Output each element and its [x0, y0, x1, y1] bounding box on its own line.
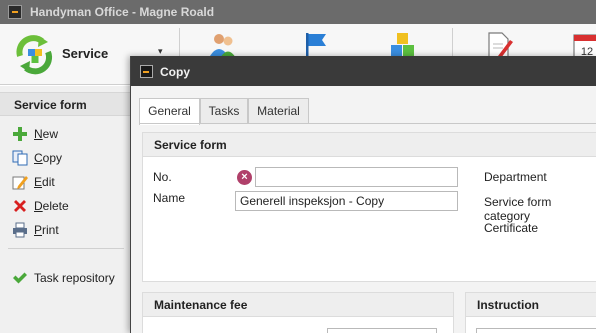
- tab-label: Tasks: [208, 104, 240, 118]
- app-icon: [8, 5, 22, 19]
- sidebar-item-label: Delete: [34, 199, 69, 213]
- service-form-category-label: Service form category: [484, 195, 552, 223]
- sidebar-item-task-repository[interactable]: Task repository: [0, 267, 132, 289]
- app-title-bar: Handyman Office - Magne Roald: [0, 0, 596, 24]
- sidebar-divider: [8, 248, 124, 249]
- panel-title: Instruction: [477, 298, 539, 312]
- dialog-title-bar[interactable]: Copy: [131, 56, 596, 86]
- tab-divider: [139, 123, 596, 124]
- number-input[interactable]: [255, 167, 458, 187]
- app-title: Handyman Office - Magne Roald: [30, 5, 215, 19]
- name-input[interactable]: [235, 191, 458, 211]
- sidebar-item-label: Print: [34, 223, 59, 237]
- sidebar-item-label: Copy: [34, 151, 63, 165]
- sidebar-header-label: Service form: [14, 98, 87, 112]
- panel-header: Maintenance fee: [143, 293, 453, 317]
- copy-dialog: Copy General Tasks Material Service form…: [130, 56, 596, 333]
- app-icon: [140, 65, 153, 78]
- tab-label: General: [148, 104, 191, 118]
- checkmark-icon: [13, 272, 27, 284]
- tab-tasks[interactable]: Tasks: [200, 98, 248, 124]
- tab-label: Material: [257, 104, 300, 118]
- sidebar-item-label: New: [34, 127, 59, 141]
- certificate-label: Certificate: [484, 221, 539, 235]
- panel-header: Service form: [143, 133, 596, 157]
- sidebar-header: Service form: [0, 92, 132, 116]
- plus-icon: [13, 127, 27, 141]
- service-form-panel: Service form No. × Name Department Servi…: [142, 132, 596, 282]
- dialog-title: Copy: [160, 65, 190, 79]
- no-label: No.: [153, 170, 172, 184]
- instruction-input[interactable]: [476, 328, 596, 333]
- name-label: Name: [153, 191, 186, 205]
- panel-header: Instruction: [466, 293, 596, 317]
- sidebar-item-new[interactable]: New: [0, 123, 132, 145]
- tab-material[interactable]: Material: [248, 98, 309, 124]
- edit-icon: [12, 176, 28, 190]
- copy-icon: [12, 150, 28, 166]
- panel-title: Service form: [154, 138, 227, 152]
- dialog-body: General Tasks Material Service form No. …: [131, 86, 596, 333]
- sidebar-item-label: Task repository: [34, 271, 115, 285]
- maintenance-fee-panel: Maintenance fee: [142, 292, 454, 333]
- service-module-label: Service: [62, 46, 109, 61]
- department-label: Department: [484, 170, 547, 184]
- recycle-icon: [16, 35, 53, 75]
- sidebar-item-copy[interactable]: Copy: [0, 147, 132, 169]
- maintenance-fee-input[interactable]: [327, 328, 437, 333]
- sidebar-item-print[interactable]: Print: [0, 219, 132, 241]
- instruction-panel: Instruction: [465, 292, 596, 333]
- error-icon: ×: [237, 170, 252, 185]
- panel-title: Maintenance fee: [154, 298, 248, 312]
- delete-icon: [14, 200, 26, 212]
- sidebar-item-delete[interactable]: Delete: [0, 195, 132, 217]
- print-icon: [13, 222, 27, 238]
- sidebar: Service form New Copy Edit Delete Print …: [0, 86, 132, 333]
- sidebar-item-edit[interactable]: Edit: [0, 171, 132, 193]
- tab-general[interactable]: General: [139, 98, 200, 125]
- sidebar-item-label: Edit: [34, 175, 55, 189]
